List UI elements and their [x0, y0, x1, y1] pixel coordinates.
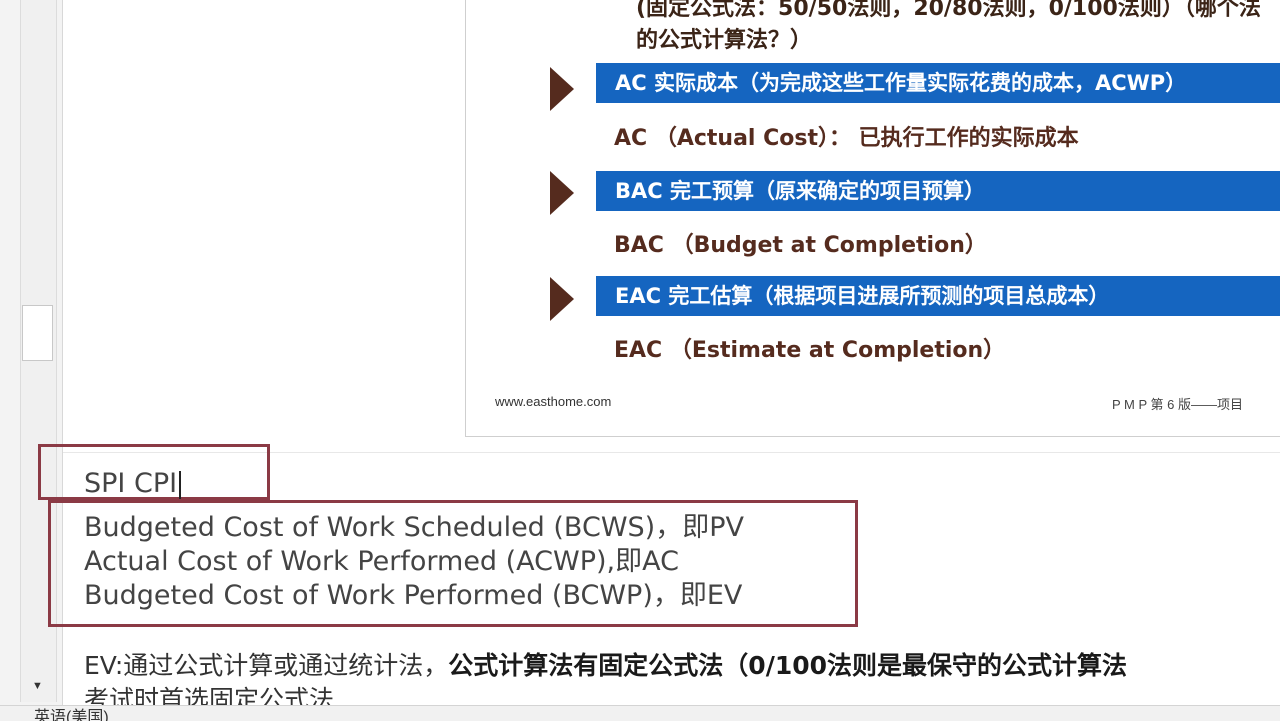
triangle-right-icon	[550, 277, 574, 321]
slide-text-line: (固定公式法：50/50法则，20/80法则，0/100法则）（哪个法	[636, 0, 1261, 21]
notes-line[interactable]: Budgeted Cost of Work Performed (BCWP)，即…	[84, 573, 742, 612]
ev-prefix: EV:通过公式计算或通过统计法，	[84, 651, 449, 680]
definition-ac: AC （Actual Cost）： 已执行工作的实际成本	[614, 126, 1079, 151]
definition-bac: BAC （Budget at Completion）	[614, 233, 987, 258]
language-indicator[interactable]: 英语(美国)	[34, 706, 109, 721]
triangle-right-icon	[550, 67, 574, 111]
notes-heading[interactable]: SPI CPI	[84, 468, 182, 499]
definition-eac: EAC （Estimate at Completion）	[614, 338, 1006, 363]
section-bar-bac: BAC 完工预算（原来确定的项目预算）	[596, 171, 1280, 211]
triangle-down-icon: ▼	[32, 680, 43, 692]
section-bar-eac: EAC 完工估算（根据项目进展所预测的项目总成本）	[596, 276, 1280, 316]
triangle-right-icon	[550, 171, 574, 215]
slide-footer-url: www.easthome.com	[495, 394, 612, 409]
section-bar-ac: AC 实际成本（为完成这些工作量实际花费的成本，ACWP）	[596, 63, 1280, 103]
ev-bold: 公式计算法有固定公式法（0/100法则是最保守的公式计算法	[448, 651, 1128, 680]
scroll-down-button[interactable]: ▼	[22, 674, 53, 698]
slide-left-edge	[465, 0, 466, 437]
status-bar: 英语(美国)	[0, 705, 1280, 721]
slide-bottom-edge	[465, 436, 1280, 437]
slide-text-line: 的公式计算法？）	[636, 28, 813, 53]
notes-ev-line[interactable]: EV:通过公式计算或通过统计法，公式计算法有固定公式法（0/100法则是最保守的…	[84, 646, 1127, 682]
notes-heading-text: SPI CPI	[84, 468, 178, 499]
slide-footer-title: P M P 第 6 版——项目	[1112, 397, 1243, 412]
scrollbar-thumb[interactable]	[22, 305, 53, 361]
text-cursor	[179, 470, 182, 499]
